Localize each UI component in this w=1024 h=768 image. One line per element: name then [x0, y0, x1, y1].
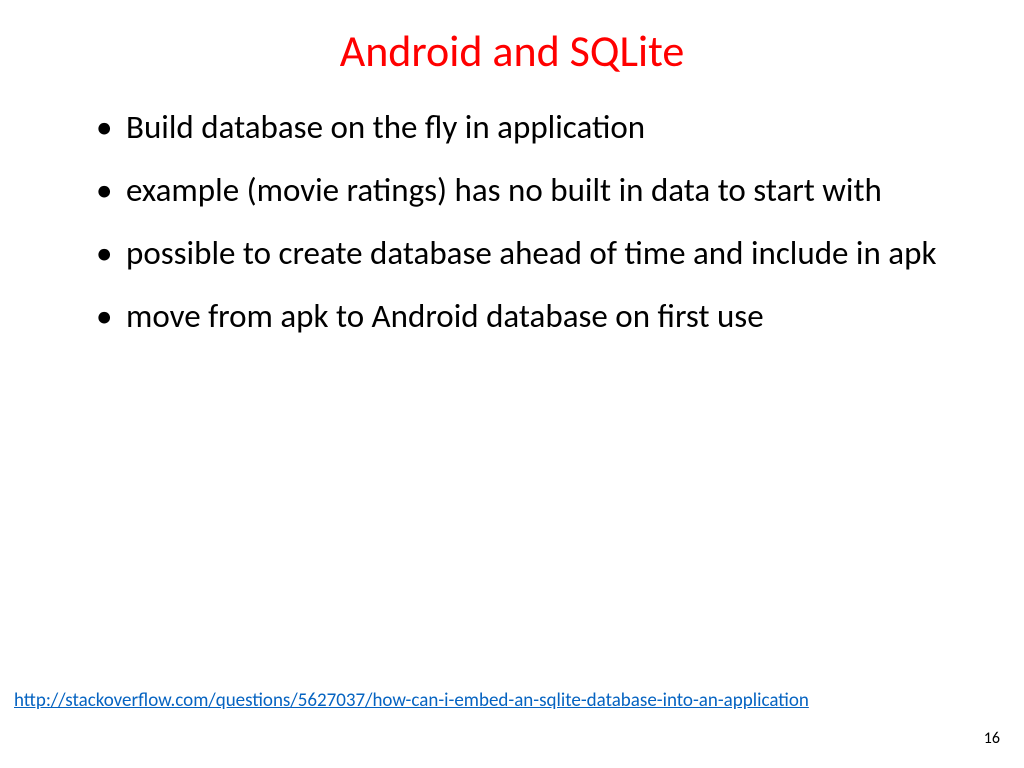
bullet-list: Build database on the fly in application…: [60, 106, 964, 338]
slide-title: Android and SQLite: [60, 24, 964, 78]
bullet-item: example (movie ratings) has no built in …: [96, 169, 964, 212]
bullet-item: Build database on the fly in application: [96, 106, 964, 149]
page-number: 16: [984, 729, 1000, 748]
reference-link[interactable]: http://stackoverflow.com/questions/56270…: [14, 689, 809, 712]
bullet-item: possible to create database ahead of tim…: [96, 232, 964, 275]
bullet-item: move from apk to Android database on fir…: [96, 295, 964, 338]
slide-container: Android and SQLite Build database on the…: [0, 0, 1024, 768]
